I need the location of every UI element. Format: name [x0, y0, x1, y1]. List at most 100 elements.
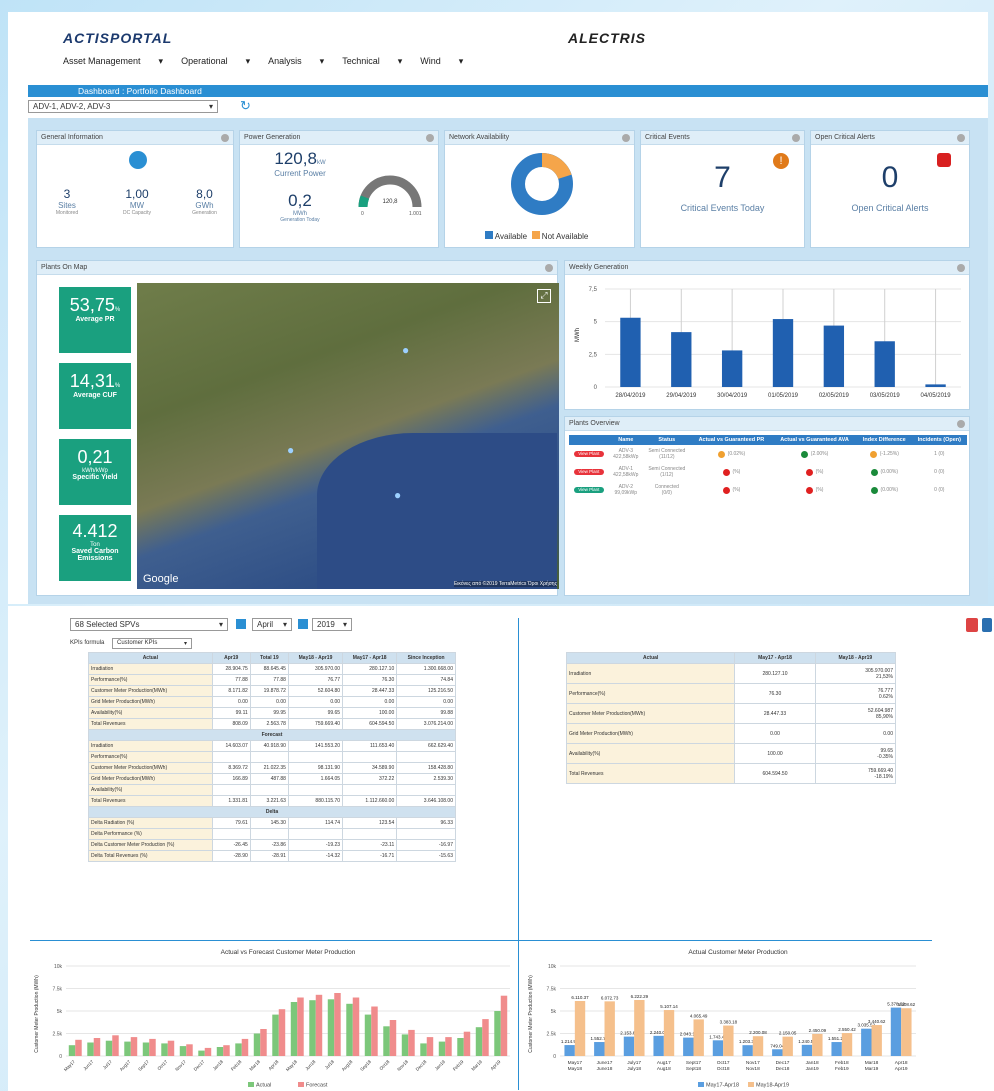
- table-header: May17 - Apr18: [734, 652, 816, 664]
- chart-title: Actual Customer Meter Production: [688, 949, 788, 956]
- cell-value: 0.00: [734, 723, 816, 744]
- bar-forecast: [371, 1006, 378, 1056]
- cell-value: 0.00: [396, 696, 456, 708]
- legend-label: May17-Apr18: [706, 1083, 739, 1089]
- cell-value: [211, 751, 251, 763]
- fullscreen-icon[interactable]: ⤢: [537, 289, 551, 303]
- cell-value: 604.594.50: [342, 718, 398, 730]
- next-month-button[interactable]: [298, 619, 308, 629]
- breadcrumb: Dashboard : Portfolio Dashboard: [28, 85, 988, 97]
- x-tick-label: Jun17: [82, 1059, 95, 1072]
- cell-value: 88.645.45: [249, 663, 289, 675]
- nav-wind[interactable]: Wind: [420, 56, 441, 67]
- bar: [925, 384, 946, 387]
- cell-value: 0.00: [287, 696, 344, 708]
- map-pin-icon[interactable]: ●: [394, 488, 401, 502]
- month-select[interactable]: April ▾: [252, 618, 292, 631]
- cell-value: 100.00: [342, 707, 398, 719]
- cell-value: -15.63: [396, 850, 456, 862]
- y-tick-label: 2.5k: [53, 1032, 63, 1038]
- table-row: Delta Radiation (%) 79.61 145.30 114.74 123.…: [88, 817, 456, 829]
- row-label: Customer Meter Production(MWh): [565, 703, 736, 724]
- overview-header: [569, 435, 609, 445]
- power-gauge: 120,8 0 1.001: [358, 175, 422, 217]
- x-tick-label: Oct17: [156, 1059, 168, 1071]
- view-plant-button[interactable]: View Plant: [573, 451, 604, 457]
- table-header: May17 - Apr18: [342, 652, 398, 664]
- x-tick-label: Aug18: [657, 1066, 671, 1072]
- nav-asset-management[interactable]: Asset Management: [63, 56, 141, 67]
- map-attribution[interactable]: Εικόνες από ©2019 TerraMetrics Όροι Χρήσ…: [453, 581, 557, 587]
- gear-icon[interactable]: [426, 134, 434, 142]
- row-label: Grid Meter Production(MWh): [88, 696, 213, 708]
- map-pin-icon[interactable]: ●: [287, 443, 294, 457]
- cell-value: -23.86: [249, 839, 289, 851]
- panel-title: Power Generation: [244, 134, 301, 141]
- gear-icon[interactable]: [545, 264, 553, 272]
- cell-value: [342, 751, 398, 763]
- y-axis-label: MWh: [575, 328, 581, 342]
- view-plant-button[interactable]: View Plant: [573, 469, 604, 475]
- x-tick-label: May18: [285, 1059, 298, 1072]
- cell-value: 372.22: [342, 773, 398, 785]
- satellite-map[interactable]: ● ● ● ⤢ Google Εικόνες από ©2019 TerraMe…: [137, 283, 559, 589]
- excel-export-icon[interactable]: [982, 618, 992, 632]
- x-tick-label: June18: [597, 1066, 613, 1072]
- row-label: Grid Meter Production(MWh): [88, 773, 213, 785]
- nav-analysis[interactable]: Analysis: [268, 56, 302, 67]
- bar-actual: [87, 1042, 94, 1056]
- cell-value: 76.77: [287, 674, 344, 686]
- nav-technical[interactable]: Technical: [342, 56, 380, 67]
- portfolio-select[interactable]: ADV-1, ADV-2, ADV-3 ▾: [28, 100, 218, 113]
- bar-actual: [272, 1014, 279, 1056]
- cell-value: 79.61: [211, 817, 251, 829]
- gear-icon[interactable]: [622, 134, 630, 142]
- gear-icon[interactable]: [957, 134, 965, 142]
- bar-forecast: [93, 1038, 101, 1056]
- open-alerts-panel: Open Critical Alerts 0 Open Critical Ale…: [810, 130, 970, 248]
- table-row: Irradiation 14.603.07 40.918.90 141.553.20 1…: [88, 740, 456, 752]
- bar-may17-apr18: [801, 1044, 813, 1056]
- bar-forecast: [241, 1038, 249, 1056]
- availability-donut: [511, 153, 573, 215]
- cell-value: 14.603.07: [211, 740, 251, 752]
- kpi-formula-select[interactable]: Customer KPIs ▾: [112, 638, 192, 649]
- gear-icon[interactable]: [957, 420, 965, 428]
- cell-value: [211, 828, 251, 840]
- bar-actual: [457, 1038, 464, 1056]
- spv-select[interactable]: 68 Selected SPVs ▾: [70, 618, 228, 631]
- data-label: 4.065.49: [690, 1013, 708, 1018]
- nav-operational[interactable]: Operational: [181, 56, 228, 67]
- overview-header: Actual vs Guaranteed PR: [690, 435, 773, 445]
- open-alerts-value: 0: [881, 161, 899, 194]
- cell-value: 99.65: [287, 707, 344, 719]
- pdf-export-icon[interactable]: [966, 618, 978, 632]
- bar: [772, 319, 794, 387]
- bar-actual: [327, 999, 335, 1056]
- cell-value: 28.447.33: [734, 703, 816, 724]
- x-tick-label: Oct18: [717, 1066, 730, 1072]
- gear-icon[interactable]: [957, 264, 965, 272]
- bar-forecast: [223, 1045, 230, 1056]
- today-gen-value: 0,2: [288, 191, 312, 210]
- gear-icon[interactable]: [792, 134, 800, 142]
- year-select[interactable]: 2019 ▾: [312, 618, 352, 631]
- cell-value: 3.221.63: [249, 795, 289, 807]
- bar-forecast: [463, 1031, 471, 1056]
- legend-swatch-available: [485, 231, 493, 239]
- gear-icon[interactable]: [221, 134, 229, 142]
- x-tick-label: May17: [63, 1059, 76, 1072]
- bar-actual: [401, 1034, 409, 1056]
- view-plant-button[interactable]: View Plant: [573, 487, 604, 493]
- x-tick-label: Sept18: [686, 1066, 702, 1072]
- panel-title: Weekly Generation: [569, 264, 629, 271]
- bar-forecast: [130, 1037, 138, 1056]
- actisportal-logo: ACTISPORTAL: [63, 30, 173, 46]
- status-dot-icon: [870, 468, 878, 476]
- x-tick-label: Dec17: [193, 1059, 206, 1072]
- critical-events-panel: Critical Events ! 7 Critical Events Toda…: [640, 130, 805, 248]
- map-pin-icon[interactable]: ●: [402, 343, 409, 357]
- refresh-icon[interactable]: ↻: [240, 98, 251, 114]
- prev-month-button[interactable]: [236, 619, 246, 629]
- cell-value: [342, 828, 398, 840]
